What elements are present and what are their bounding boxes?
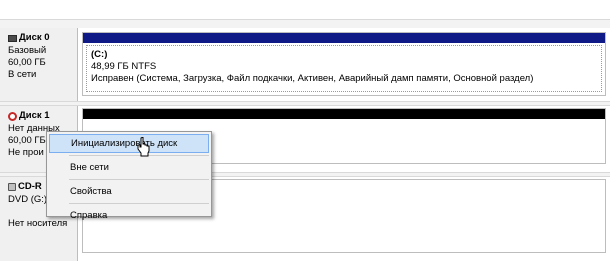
disk-0-row[interactable]: Диск 0 Базовый 60,00 ГБ В сети (C:) 48,9… <box>0 28 610 104</box>
menu-item-offline[interactable]: Вне сети <box>49 158 209 177</box>
primary-partition-bar <box>83 33 605 43</box>
cd-drive-icon <box>8 183 16 191</box>
disk-0-type: Базовый <box>8 45 47 56</box>
disk-0-state: В сети <box>8 69 37 80</box>
menu-item-properties[interactable]: Свойства <box>49 182 209 201</box>
disk-management-view: Диск 0 Базовый 60,00 ГБ В сети (C:) 48,9… <box>0 0 610 261</box>
disk-0-info[interactable]: Диск 0 Базовый 60,00 ГБ В сети <box>0 28 78 104</box>
volume-c[interactable]: (C:) 48,99 ГБ NTFS Исправен (Система, За… <box>82 32 606 96</box>
hard-disk-icon <box>8 34 17 42</box>
menu-separator <box>69 179 209 180</box>
hand-cursor-icon <box>137 137 150 157</box>
disk-1-title: Диск 1 <box>19 110 50 121</box>
menu-item-help[interactable]: Справка <box>49 206 209 225</box>
cdrom-title: CD-R <box>18 181 42 192</box>
menu-separator <box>69 203 209 204</box>
disk-0-size: 60,00 ГБ <box>8 57 46 68</box>
unallocated-bar <box>83 109 605 119</box>
volume-c-status: Исправен (Система, Загрузка, Файл подкач… <box>91 73 534 84</box>
previous-row-strip <box>0 0 610 20</box>
menu-item-initialize-disk[interactable]: Инициализировать диск <box>49 134 209 153</box>
volume-c-size: 48,99 ГБ NTFS <box>91 61 157 72</box>
disk-0-title: Диск 0 <box>19 32 50 43</box>
context-menu: Инициализировать диск Вне сети Свойства … <box>46 131 212 221</box>
unknown-disk-icon <box>8 111 17 121</box>
volume-c-letter: (C:) <box>91 49 108 60</box>
